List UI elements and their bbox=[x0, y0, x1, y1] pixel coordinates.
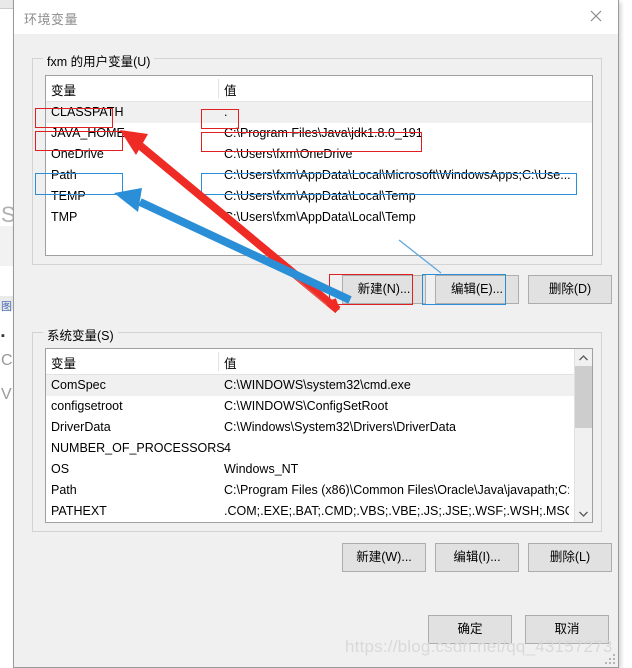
system-variables-rows: ComSpec C:\WINDOWS\system32\cmd.exe conf… bbox=[46, 375, 592, 522]
user-variables-header: 变量 值 bbox=[46, 76, 592, 102]
close-icon[interactable] bbox=[573, 0, 618, 32]
scrollbar-thumb[interactable] bbox=[575, 366, 592, 428]
system-col-divider[interactable] bbox=[218, 352, 219, 371]
table-row[interactable]: Path C:\Users\fxm\AppData\Local\Microsof… bbox=[46, 165, 592, 186]
system-var-name: ComSpec bbox=[51, 378, 106, 392]
system-variables-header: 变量 值 bbox=[46, 349, 592, 375]
user-var-name: JAVA_HOME bbox=[51, 126, 125, 140]
ok-button[interactable]: 确定 bbox=[428, 615, 512, 644]
system-var-name: configsetroot bbox=[51, 399, 123, 413]
user-var-name: CLASSPATH bbox=[51, 105, 124, 119]
system-var-name: PATHEXT bbox=[51, 504, 107, 518]
table-row[interactable]: PATHEXT .COM;.EXE;.BAT;.CMD;.VBS;.VBE;.J… bbox=[46, 501, 592, 522]
system-var-value: C:\WINDOWS\system32\cmd.exe bbox=[224, 378, 411, 392]
table-row[interactable]: configsetroot C:\WINDOWS\ConfigSetRoot bbox=[46, 396, 592, 417]
system-var-value: C:\Program Files (x86)\Common Files\Orac… bbox=[224, 483, 569, 497]
system-col-variable[interactable]: 变量 bbox=[51, 353, 76, 372]
user-delete-button[interactable]: 删除(D) bbox=[528, 275, 612, 304]
resize-grip[interactable] bbox=[605, 654, 615, 664]
user-new-button[interactable]: 新建(N)... bbox=[342, 275, 426, 304]
system-variables-legend: 系统变量(S) bbox=[43, 325, 118, 344]
user-variables-rows: CLASSPATH . JAVA_HOME C:\Program Files\J… bbox=[46, 102, 592, 228]
user-col-variable[interactable]: 变量 bbox=[51, 80, 76, 99]
user-var-value: C:\Users\fxm\AppData\Local\Temp bbox=[224, 189, 416, 203]
user-col-divider[interactable] bbox=[218, 79, 219, 98]
table-row[interactable]: TMP C:\Users\fxm\AppData\Local\Temp bbox=[46, 207, 592, 228]
table-row[interactable]: NUMBER_OF_PROCESSORS 4 bbox=[46, 438, 592, 459]
user-var-value: C:\Users\fxm\AppData\Local\Temp bbox=[224, 210, 416, 224]
system-var-value: 4 bbox=[224, 441, 231, 455]
system-var-name: DriverData bbox=[51, 420, 111, 434]
title-bar: 环境变量 bbox=[14, 0, 618, 34]
table-row[interactable]: OS Windows_NT bbox=[46, 459, 592, 480]
user-var-value: C:\Users\fxm\OneDrive bbox=[224, 147, 353, 161]
table-row[interactable]: CLASSPATH . bbox=[46, 102, 592, 123]
user-var-value: C:\Users\fxm\AppData\Local\Microsoft\Win… bbox=[224, 168, 571, 182]
environment-variables-dialog: 环境变量 fxm 的用户变量(U) 变量 值 CLASSPATH . JAVA_… bbox=[13, 0, 619, 668]
chevron-down-icon[interactable] bbox=[575, 505, 592, 522]
system-var-value: C:\WINDOWS\ConfigSetRoot bbox=[224, 399, 388, 413]
user-variables-legend: fxm 的用户变量(U) bbox=[43, 51, 155, 70]
system-col-value[interactable]: 值 bbox=[224, 353, 237, 372]
system-var-value: C:\Windows\System32\Drivers\DriverData bbox=[224, 420, 456, 434]
user-var-value: . bbox=[224, 105, 228, 119]
system-variables-scrollbar[interactable] bbox=[574, 349, 592, 522]
system-new-button[interactable]: 新建(W)... bbox=[342, 543, 426, 572]
user-col-value[interactable]: 值 bbox=[224, 80, 237, 99]
table-row[interactable]: OneDrive C:\Users\fxm\OneDrive bbox=[46, 144, 592, 165]
chevron-up-icon[interactable] bbox=[575, 349, 592, 366]
system-var-value: .COM;.EXE;.BAT;.CMD;.VBS;.VBE;.JS;.JSE;.… bbox=[224, 504, 569, 518]
system-variables-list[interactable]: 变量 值 ComSpec C:\WINDOWS\system32\cmd.exe… bbox=[45, 348, 593, 523]
system-var-value: Windows_NT bbox=[224, 462, 299, 476]
user-var-name: OneDrive bbox=[51, 147, 104, 161]
table-row[interactable]: DriverData C:\Windows\System32\Drivers\D… bbox=[46, 417, 592, 438]
table-row[interactable]: ComSpec C:\WINDOWS\system32\cmd.exe bbox=[46, 375, 592, 396]
system-var-name: NUMBER_OF_PROCESSORS bbox=[51, 441, 225, 455]
table-row[interactable]: TEMP C:\Users\fxm\AppData\Local\Temp bbox=[46, 186, 592, 207]
user-edit-button[interactable]: 编辑(E)... bbox=[435, 275, 519, 304]
user-var-name: TMP bbox=[51, 210, 78, 224]
system-var-name: Path bbox=[51, 483, 77, 497]
system-delete-button[interactable]: 删除(L) bbox=[528, 543, 612, 572]
system-var-name: OS bbox=[51, 462, 70, 476]
cancel-button[interactable]: 取消 bbox=[525, 615, 609, 644]
system-edit-button[interactable]: 编辑(I)... bbox=[435, 543, 519, 572]
user-variables-list[interactable]: 变量 值 CLASSPATH . JAVA_HOME C:\Program Fi… bbox=[45, 75, 593, 256]
page-title: 环境变量 bbox=[24, 12, 79, 27]
user-var-name: Path bbox=[51, 168, 77, 182]
user-var-name: TEMP bbox=[51, 189, 86, 203]
table-row[interactable]: JAVA_HOME C:\Program Files\Java\jdk1.8.0… bbox=[46, 123, 592, 144]
user-var-value: C:\Program Files\Java\jdk1.8.0_191 bbox=[224, 126, 423, 140]
table-row[interactable]: Path C:\Program Files (x86)\Common Files… bbox=[46, 480, 592, 501]
